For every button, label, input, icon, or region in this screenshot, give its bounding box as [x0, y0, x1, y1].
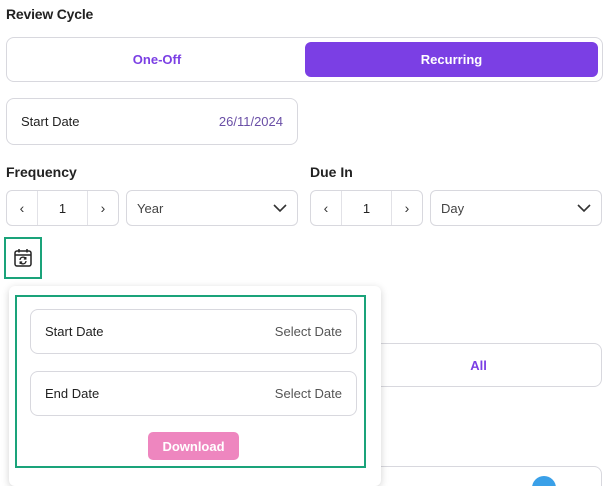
- recurring-option[interactable]: Recurring: [305, 42, 598, 77]
- frequency-label: Frequency: [6, 164, 77, 180]
- calendar-repeat-icon: [14, 249, 32, 267]
- calendar-button[interactable]: [4, 237, 42, 279]
- start-date-value: 26/11/2024: [218, 114, 283, 129]
- review-cycle-title: Review Cycle: [6, 6, 94, 22]
- popup-start-date-placeholder: Select Date: [274, 324, 342, 339]
- one-off-option[interactable]: One-Off: [11, 42, 303, 77]
- start-date-field[interactable]: Start Date 26/11/2024: [6, 98, 298, 145]
- frequency-value[interactable]: 1: [37, 191, 88, 225]
- due-in-increment-button[interactable]: ›: [392, 191, 422, 225]
- start-date-label: Start Date: [21, 114, 80, 129]
- due-in-unit-value: Day: [441, 200, 465, 216]
- due-in-label: Due In: [310, 164, 353, 180]
- popup-end-date-field[interactable]: End Date Select Date: [30, 371, 357, 416]
- chevron-down-icon: [273, 203, 287, 212]
- frequency-stepper: ‹ 1 ›: [6, 190, 119, 226]
- review-cycle-toggle: One-Off Recurring: [6, 37, 603, 82]
- all-button[interactable]: All: [355, 343, 602, 387]
- popup-start-date-label: Start Date: [45, 324, 104, 339]
- popup-end-date-placeholder: Select Date: [274, 386, 342, 401]
- frequency-increment-button[interactable]: ›: [88, 191, 118, 225]
- due-in-decrement-button[interactable]: ‹: [311, 191, 341, 225]
- popup-end-date-label: End Date: [45, 386, 100, 401]
- frequency-unit-select[interactable]: Year: [126, 190, 298, 226]
- chevron-down-icon: [577, 203, 591, 212]
- download-button[interactable]: Download: [148, 432, 239, 460]
- due-in-value[interactable]: 1: [341, 191, 392, 225]
- frequency-unit-value: Year: [137, 200, 164, 216]
- frequency-decrement-button[interactable]: ‹: [7, 191, 37, 225]
- due-in-stepper: ‹ 1 ›: [310, 190, 423, 226]
- due-in-unit-select[interactable]: Day: [430, 190, 602, 226]
- popup-start-date-field[interactable]: Start Date Select Date: [30, 309, 357, 354]
- background-field: [355, 466, 602, 486]
